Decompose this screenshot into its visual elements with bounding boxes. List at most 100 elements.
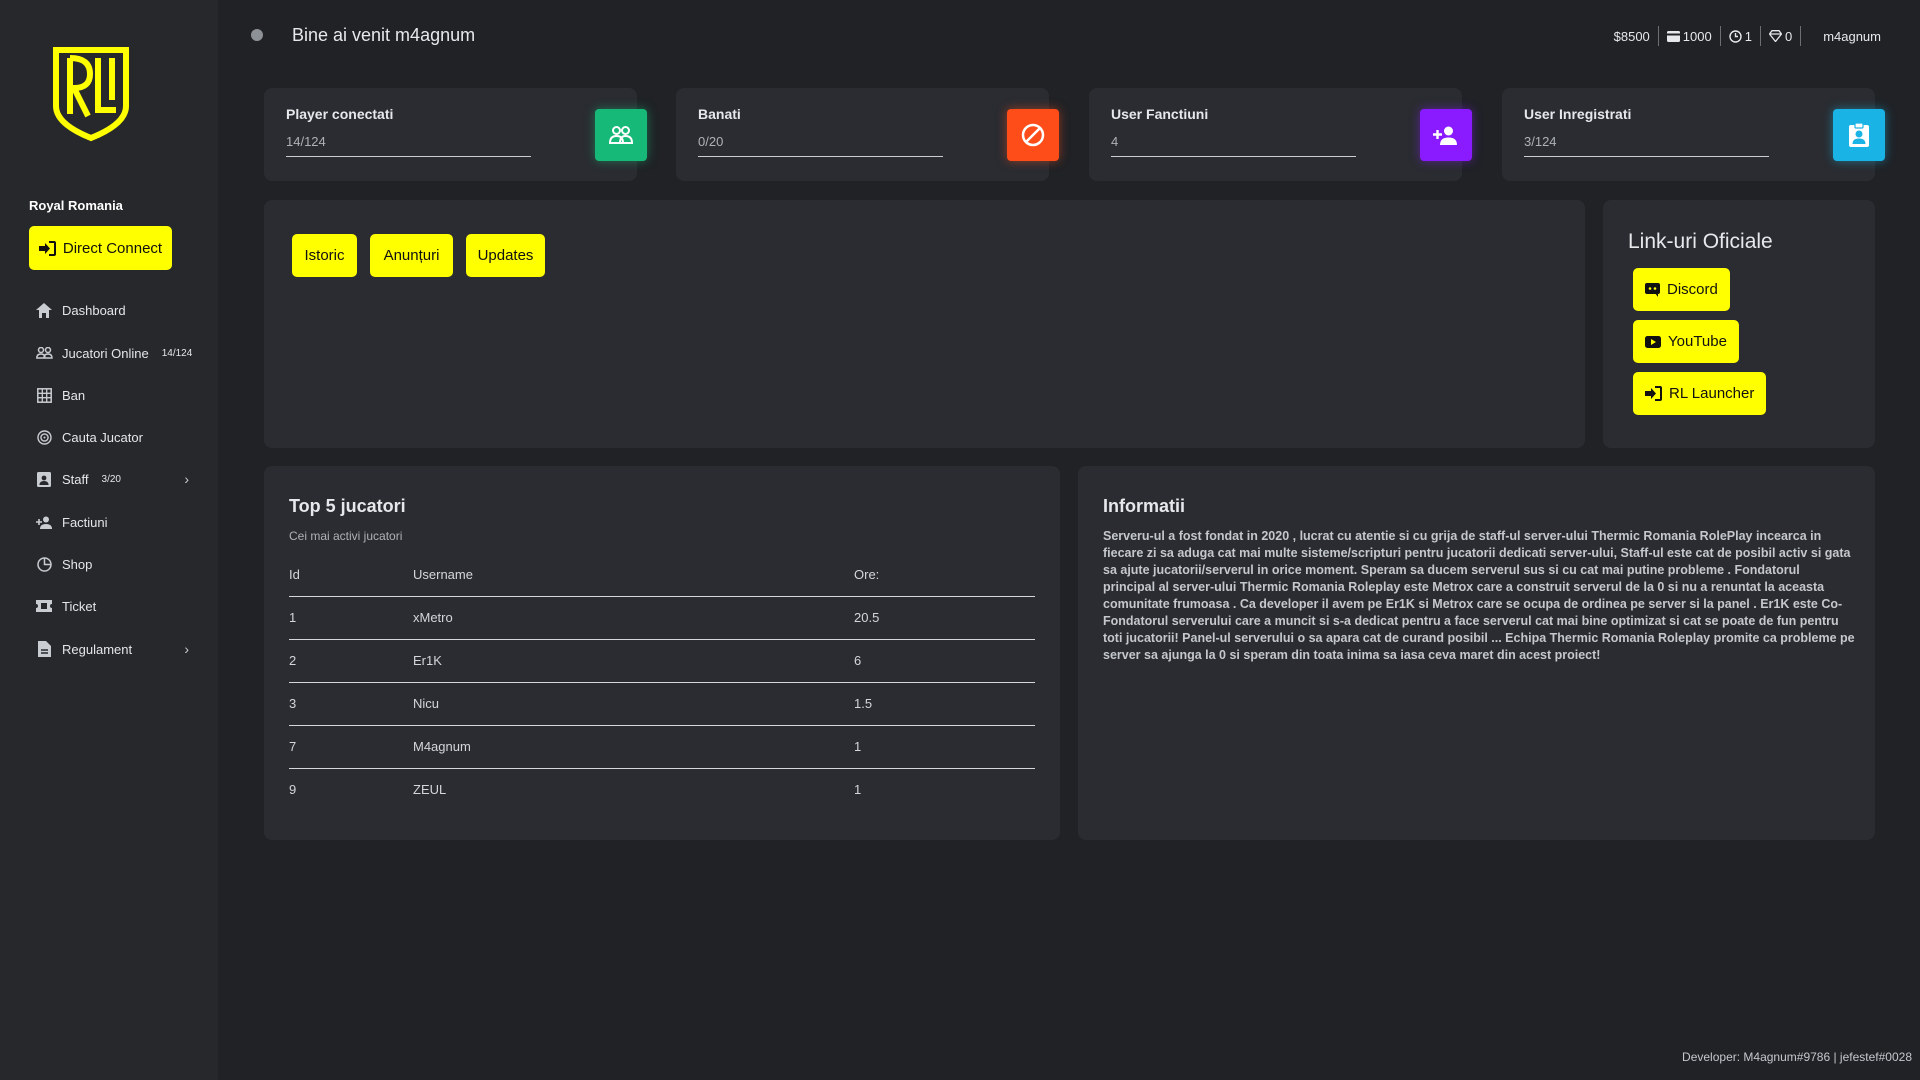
sidebar-item-label: Shop <box>62 556 93 572</box>
stat-value: 4 <box>1111 134 1119 149</box>
column-header-username: Username <box>413 553 854 597</box>
tab-updates[interactable]: Updates <box>466 234 545 277</box>
brand-name: Royal Romania <box>29 198 123 213</box>
diamonds-stat: 0 <box>1761 26 1802 46</box>
document-icon <box>35 640 53 658</box>
links-panel: Link-uri Oficiale Discord YouTube RL Lau… <box>1603 200 1875 448</box>
hours-value: 1 <box>1744 28 1752 44</box>
cards-value: 1000 <box>1682 28 1712 44</box>
tab-istoric[interactable]: Istoric <box>292 234 357 277</box>
diamond-icon <box>1768 30 1782 42</box>
sidebar: Royal Romania Direct Connect Dashboard J… <box>0 0 218 1080</box>
badge-icon <box>35 470 53 488</box>
sidebar-item-staff[interactable]: Staff 3/20 › <box>35 464 195 494</box>
table-row: 3 Nicu 1.5 <box>289 682 1035 726</box>
direct-connect-button[interactable]: Direct Connect <box>29 226 172 270</box>
stat-progress-line <box>1111 156 1356 157</box>
sidebar-item-ban[interactable]: Ban <box>35 380 195 410</box>
sidebar-item-dashboard[interactable]: Dashboard <box>35 295 195 325</box>
cell-username: Er1K <box>413 639 854 683</box>
rl-launcher-label: RL Launcher <box>1669 385 1755 402</box>
sidebar-item-label: Ban <box>62 387 86 403</box>
badge-icon <box>1849 123 1869 147</box>
stat-card-players: Player conectati 14/124 <box>264 88 647 181</box>
sidebar-item-jucatori-online[interactable]: Jucatori Online 14/124 <box>35 338 195 368</box>
column-header-hours: Ore: <box>854 553 1035 597</box>
sign-in-icon <box>38 240 56 256</box>
sidebar-item-factiuni[interactable]: Factiuni <box>35 507 195 537</box>
username[interactable]: m4agnum <box>1801 29 1881 44</box>
stat-title: User Inregistrati <box>1524 106 1632 122</box>
cell-username: xMetro <box>413 596 854 640</box>
person-add-icon <box>1433 126 1457 145</box>
cell-hours: 1.5 <box>854 682 1035 726</box>
stat-title: Player conectati <box>286 106 394 122</box>
sidebar-item-cauta-jucator[interactable]: Cauta Jucator <box>35 422 195 452</box>
users-icon <box>35 344 53 362</box>
sidebar-item-label: Dashboard <box>62 302 126 318</box>
sidebar-item-ticket[interactable]: Ticket <box>35 591 195 621</box>
chevron-right-icon: › <box>184 641 189 657</box>
discord-button[interactable]: Discord <box>1633 268 1730 311</box>
logo-icon <box>53 47 129 142</box>
info-title: Informatii <box>1103 496 1186 516</box>
table-row: 1 xMetro 20.5 <box>289 596 1035 640</box>
cell-username: M4agnum <box>413 725 854 769</box>
sidebar-item-label: Staff <box>62 471 89 487</box>
user-stats-bar: $8500 1000 1 0 m4agnum <box>1606 26 1881 46</box>
stat-value: 3/124 <box>1524 134 1557 149</box>
stat-icon-box <box>1007 109 1059 161</box>
menu-toggle-icon[interactable] <box>251 29 263 41</box>
online-count-badge: 14/124 <box>161 347 193 359</box>
sidebar-item-label: Regulament <box>62 641 133 657</box>
clock-icon <box>1729 29 1742 43</box>
tab-anunturi[interactable]: Anunțuri <box>370 234 453 277</box>
stat-icon-box <box>595 109 647 161</box>
links-title: Link-uri Oficiale <box>1628 230 1773 253</box>
table-row: 7 M4agnum 1 <box>289 725 1035 769</box>
table-row: 9 ZEUL 1 <box>289 768 1035 811</box>
cell-username: Nicu <box>413 682 854 726</box>
person-add-icon <box>35 513 53 531</box>
stat-value: 14/124 <box>286 134 326 149</box>
sidebar-item-label: Jucatori Online <box>62 345 149 361</box>
table-row: 2 Er1K 6 <box>289 639 1035 683</box>
top-players-title: Top 5 jucatori <box>289 496 406 516</box>
sidebar-item-regulament[interactable]: Regulament › <box>35 634 195 664</box>
column-header-id: Id <box>289 553 413 597</box>
cell-username: ZEUL <box>413 782 447 798</box>
footer-credits: Developer: M4agnum#9786 | jefestef#0028 <box>1682 1050 1912 1064</box>
cell-hours: 6 <box>854 639 1035 683</box>
direct-connect-label: Direct Connect <box>62 239 163 257</box>
sidebar-item-label: Cauta Jucator <box>62 429 143 445</box>
staff-count-badge: 3/20 <box>101 473 121 485</box>
fingerprint-icon <box>35 428 53 446</box>
discord-icon <box>1645 282 1660 297</box>
chevron-right-icon: › <box>184 471 189 487</box>
stat-title: Banati <box>698 106 741 122</box>
youtube-icon <box>1645 335 1661 348</box>
page-title: Bine ai venit m4agnum <box>292 25 476 45</box>
cards-stat: 1000 <box>1659 26 1721 46</box>
sidebar-item-label: Ticket <box>62 598 97 614</box>
stat-card-banned: Banati 0/20 <box>676 88 1059 181</box>
cell-hours: 20.5 <box>854 596 1035 640</box>
stat-progress-line <box>1524 156 1769 157</box>
tabs-panel: Istoric Anunțuri Updates <box>264 200 1585 448</box>
stat-title: User Fanctiuni <box>1111 106 1209 122</box>
stat-card-factions: User Fanctiuni 4 <box>1089 88 1472 181</box>
stat-progress-line <box>286 156 531 157</box>
stat-icon-box <box>1420 109 1472 161</box>
sidebar-item-shop[interactable]: Shop <box>35 549 195 579</box>
youtube-button[interactable]: YouTube <box>1633 320 1739 363</box>
sign-in-icon <box>1645 386 1662 401</box>
cell-id: 3 <box>289 682 413 726</box>
home-icon <box>35 301 53 319</box>
cell-id: 9 <box>289 782 297 798</box>
cell-id: 2 <box>289 639 413 683</box>
stat-value: 0/20 <box>698 134 724 149</box>
top-players-table: Id Username Ore: 1 xMetro 20.5 2 Er1K 6 … <box>289 553 1035 811</box>
rl-launcher-button[interactable]: RL Launcher <box>1633 372 1767 415</box>
top-players-panel: Top 5 jucatori Cei mai activi jucatori I… <box>264 466 1060 840</box>
info-text: Serveru-ul a fost fondat in 2020 , lucra… <box>1103 529 1855 662</box>
